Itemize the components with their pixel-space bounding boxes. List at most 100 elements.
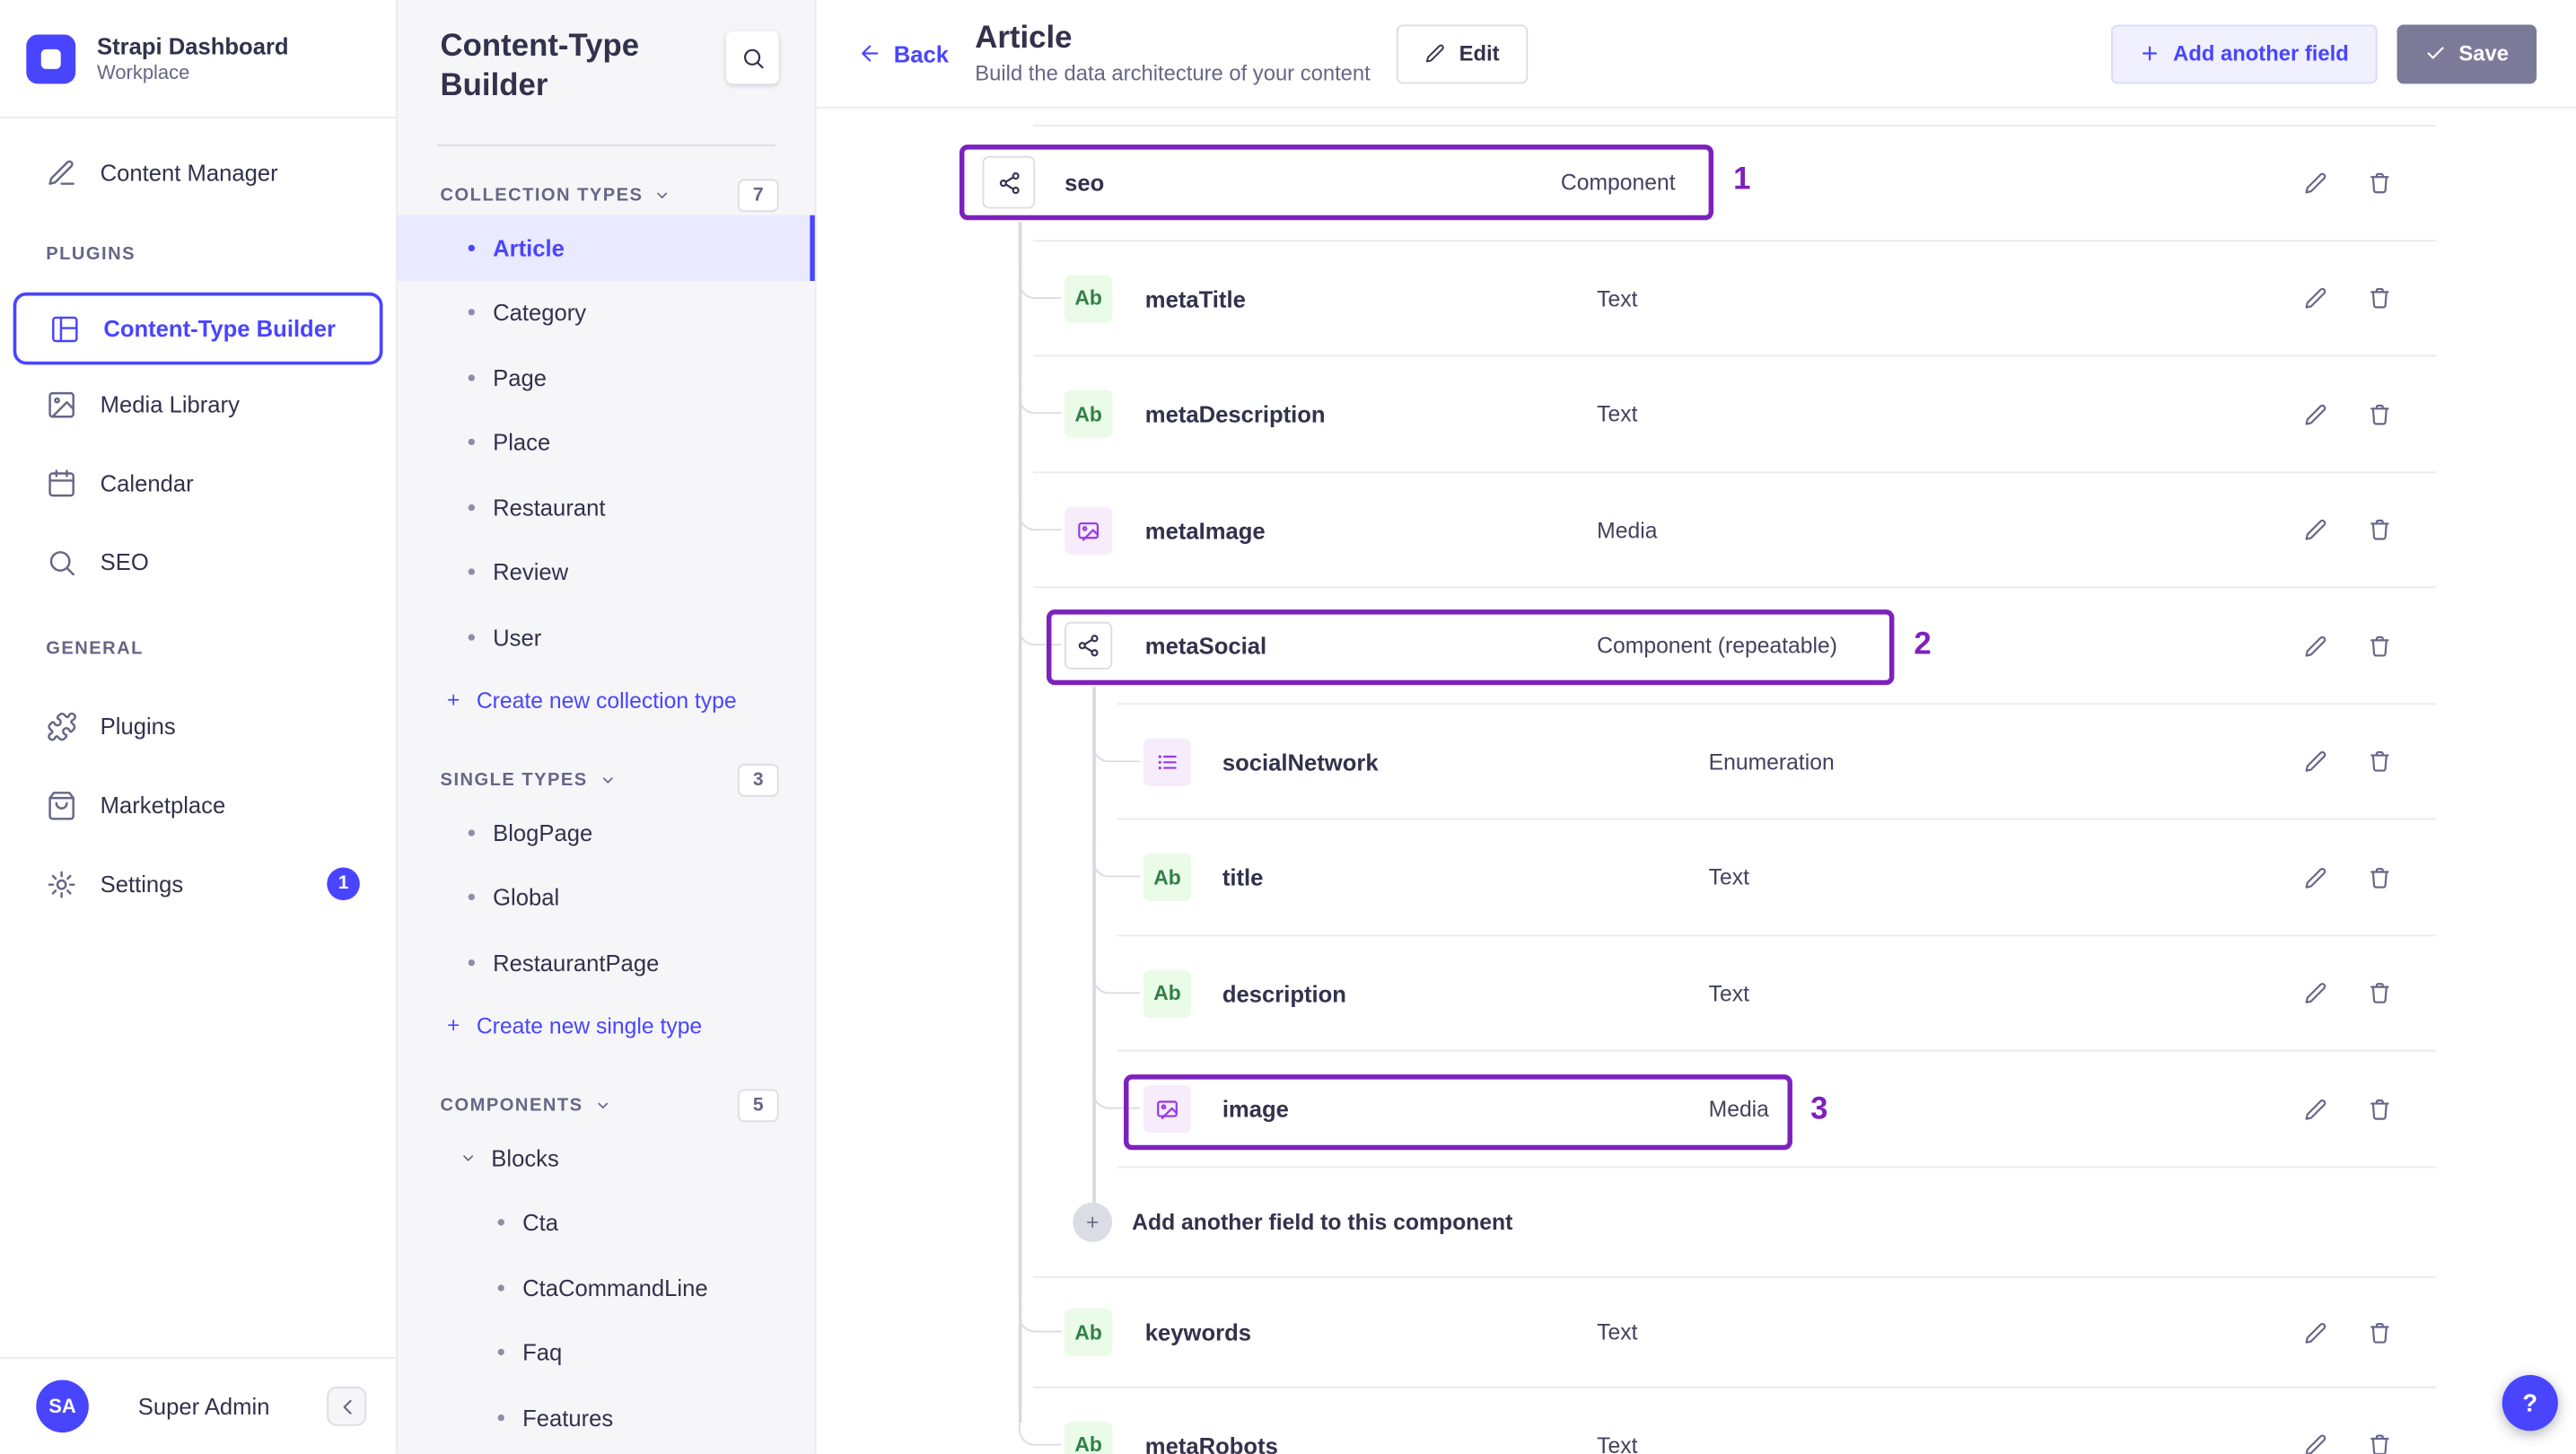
chevron-down-icon [463,1154,474,1161]
add-another-field-button[interactable]: Add another field [2110,23,2377,83]
save-button[interactable]: Save [2396,23,2537,83]
subnav-item-place[interactable]: Place [398,410,815,475]
delete-field-button[interactable] [2361,860,2396,896]
collapse-sidebar-button[interactable] [327,1386,367,1426]
component-group-blocks[interactable]: Blocks [398,1126,815,1190]
add-field-to-component-row[interactable]: Add another field to this component [817,1167,2576,1278]
field-type: Text [1597,1432,1638,1454]
subnav-item-label: Article [493,234,565,261]
subnav-item-features[interactable]: Features [398,1385,815,1450]
field-rows: seo Component Ab metaTitle Text Ab metaD… [817,109,2576,1454]
delete-field-button[interactable] [2361,512,2396,548]
main-panel: Back Article Build the data architecture… [816,0,2576,1454]
sidebar-item-label: SEO [100,548,149,575]
sidebar-item-plugins[interactable]: Plugins [0,687,396,766]
edit-field-button[interactable] [2297,281,2333,317]
sidebar-item-settings[interactable]: Settings 1 [0,845,396,924]
search-icon [743,48,763,68]
subnav-item-label: Restaurant [493,494,606,521]
subnav-item-cta[interactable]: Cta [398,1190,815,1255]
avatar[interactable]: SA [36,1380,89,1433]
edit-field-button[interactable] [2297,1427,2333,1454]
fields-table: seo Component Ab metaTitle Text Ab metaD… [816,108,2576,1454]
subnav-item-label: Global [493,884,560,911]
edit-field-button[interactable] [2297,164,2333,200]
sidebar-item-seo[interactable]: SEO [0,522,396,601]
add-field-button-label: Add another field [2173,40,2349,66]
delete-field-button[interactable] [2361,976,2396,1012]
content-type-builder-subnav: Content-Type Builder COLLECTION TYPES 7 … [397,0,817,1454]
create-single-type-link[interactable]: Create new single type [398,994,815,1056]
subnav-item-ctacommandline[interactable]: CtaCommandLine [398,1255,815,1319]
puzzle-icon [48,711,76,740]
help-button[interactable]: ? [2502,1375,2558,1432]
component-group-label: Blocks [491,1144,559,1171]
back-label: Back [893,39,949,67]
page-title: Article [975,21,1073,57]
create-collection-type-link[interactable]: Create new collection type [398,670,815,731]
edit-field-button[interactable] [2297,744,2333,780]
edit-field-button[interactable] [2297,976,2333,1012]
tree-connector [1092,957,1141,994]
component-field-icon [982,156,1036,209]
single-types-label: SINGLE TYPES [440,770,588,791]
bullet-dot [468,309,475,316]
bullet-dot [497,1219,504,1226]
edit-field-button[interactable] [2297,397,2333,433]
edit-button[interactable]: Edit [1397,23,1528,83]
plugins-section-label: PLUGINS [46,244,136,265]
subnav-item-article[interactable]: Article [397,215,815,281]
subnav-item-label: Cta [522,1209,558,1236]
delete-field-button[interactable] [2361,397,2396,433]
subnav-title: Content-Type Builder [440,29,640,104]
edit-field-button[interactable] [2297,860,2333,896]
components-header[interactable]: COMPONENTS 5 [398,1086,815,1126]
back-button[interactable]: Back [857,40,949,66]
subnav-item-restaurant[interactable]: Restaurant [398,475,815,539]
image-icon [48,391,74,417]
subnav-item-category[interactable]: Category [398,280,815,345]
text-field-icon: Ab [1143,969,1192,1018]
sidebar-item-calendar[interactable]: Calendar [0,443,396,522]
delete-field-button[interactable] [2361,1427,2396,1454]
media-field-icon [1143,1085,1192,1134]
subnav-item-page[interactable]: Page [398,345,815,409]
delete-field-button[interactable] [2361,281,2396,317]
sidebar-item-media-library[interactable]: Media Library [0,364,396,443]
subnav-item-blogpage[interactable]: BlogPage [398,800,815,864]
sidebar-item-content-type-builder[interactable]: Content-Type Builder [13,292,383,365]
subnav-search-button[interactable] [726,31,779,84]
subnav-item-restaurantpage[interactable]: RestaurantPage [398,930,815,994]
field-name: image [1222,1096,1289,1123]
edit-field-button[interactable] [2297,1091,2333,1127]
subnav-item-label: User [493,624,542,651]
sidebar-item-label: Plugins [100,713,176,740]
sidebar-item-content-manager[interactable]: Content Manager [0,138,396,207]
field-row-keywords: Ab keywords Text [817,1277,2576,1388]
subnav-item-label: RestaurantPage [493,949,660,976]
subnav-item-faq[interactable]: Faq [398,1320,815,1385]
delete-field-button[interactable] [2361,1314,2396,1350]
plus-circle-icon [1073,1202,1113,1242]
field-row-title: Ab title Text [817,819,2576,936]
edit-field-button[interactable] [2297,1314,2333,1350]
delete-field-button[interactable] [2361,164,2396,200]
subnav-item-global[interactable]: Global [398,865,815,930]
field-row-metarobots: Ab metaRobots Text [817,1388,2576,1454]
settings-notification-badge: 1 [327,867,360,901]
delete-field-button[interactable] [2361,1091,2396,1127]
single-types-header[interactable]: SINGLE TYPES 3 [398,760,815,800]
delete-field-button[interactable] [2361,744,2396,780]
edit-field-button[interactable] [2297,628,2333,664]
collection-types-header[interactable]: COLLECTION TYPES 7 [398,176,815,215]
main-sidebar: Strapi Dashboard Workplace Content Manag… [0,0,398,1454]
delete-field-button[interactable] [2361,628,2396,664]
subnav-item-review[interactable]: Review [398,539,815,604]
edit-field-button[interactable] [2297,512,2333,548]
text-field-icon: Ab [1065,1308,1113,1356]
workspace-switcher[interactable]: Strapi Dashboard Workplace [0,0,397,118]
subnav-item-user[interactable]: User [398,605,815,670]
text-field-icon: Ab [1065,390,1113,439]
sidebar-item-marketplace[interactable]: Marketplace [0,766,396,845]
bullet-dot [497,1414,504,1421]
